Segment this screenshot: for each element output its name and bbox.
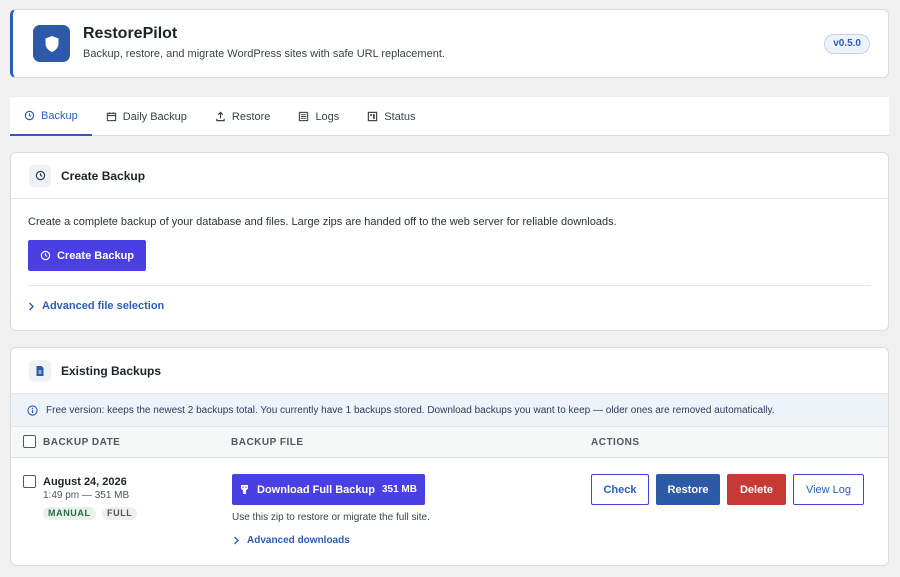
tab-label: Restore [231, 110, 271, 123]
chevron-right-icon [234, 536, 239, 545]
tag-full: FULL [102, 507, 138, 520]
chevron-right-icon [29, 302, 34, 310]
existing-backups-card: Existing Backups Free version: keeps the… [10, 347, 889, 566]
tab-bar: Backup Daily Backup Restore Logs Status [10, 97, 889, 136]
tab-label: Backup [41, 109, 78, 122]
download-hint: Use this zip to restore or migrate the f… [232, 512, 430, 523]
download-plug-icon [241, 485, 249, 494]
download-size: 351 MB [381, 484, 417, 495]
status-icon [368, 111, 378, 122]
column-header-date: BACKUP DATE [43, 437, 121, 448]
create-backup-button[interactable]: Create Backup [28, 240, 146, 271]
upload-icon [216, 111, 225, 122]
divider [28, 285, 871, 286]
tab-status[interactable]: Status [353, 97, 429, 136]
tab-logs[interactable]: Logs [284, 97, 353, 136]
select-all-checkbox[interactable] [23, 435, 36, 448]
download-label: Download Full Backup [257, 483, 375, 496]
app-title: RestorePilot [83, 25, 178, 42]
row-checkbox[interactable] [23, 475, 36, 488]
create-backup-card: Create Backup Create a complete backup o… [10, 152, 889, 331]
app-header: RestorePilot Backup, restore, and migrat… [10, 9, 889, 78]
delete-button[interactable]: Delete [727, 474, 786, 505]
advanced-file-selection-toggle[interactable]: Advanced file selection [28, 300, 164, 312]
link-label: Advanced downloads [247, 535, 350, 546]
advanced-downloads-toggle[interactable]: Advanced downloads [233, 535, 350, 546]
backup-time-size: 1:49 pm — 351 MB [43, 490, 130, 501]
free-version-notice: Free version: keeps the newest 2 backups… [11, 394, 888, 427]
tab-daily-backup[interactable]: Daily Backup [92, 97, 201, 136]
app-subtitle: Backup, restore, and migrate WordPress s… [83, 48, 445, 60]
view-log-button[interactable]: View Log [793, 474, 864, 505]
tab-label: Status [384, 110, 416, 123]
card-title: Create Backup [61, 168, 146, 183]
create-backup-description: Create a complete backup of your databas… [28, 216, 617, 228]
info-icon [27, 404, 38, 416]
check-button[interactable]: Check [591, 474, 649, 505]
tab-backup[interactable]: Backup [10, 97, 92, 136]
tab-label: Daily Backup [122, 110, 187, 123]
clock-history-icon [40, 250, 51, 261]
column-header-actions: ACTIONS [591, 437, 640, 448]
clock-history-icon [29, 164, 51, 187]
tag-manual: MANUAL [43, 507, 96, 520]
tab-label: Logs [315, 110, 340, 123]
table-header: BACKUP DATE BACKUP FILE ACTIONS [11, 427, 888, 458]
list-icon [299, 111, 309, 122]
button-label: Create Backup [56, 249, 135, 262]
restore-button[interactable]: Restore [656, 474, 720, 505]
backup-date: August 24, 2026 [43, 476, 127, 488]
card-title: Existing Backups [61, 363, 162, 378]
notice-text: Free version: keeps the newest 2 backups… [46, 404, 775, 416]
download-full-backup-button[interactable]: Download Full Backup 351 MB [232, 474, 425, 505]
file-icon [29, 359, 51, 382]
card-header: Existing Backups [11, 348, 888, 394]
clock-history-icon [24, 110, 35, 121]
tab-restore[interactable]: Restore [201, 97, 285, 136]
column-header-file: BACKUP FILE [231, 437, 304, 448]
card-header: Create Backup [11, 153, 888, 199]
version-badge: v0.5.0 [824, 34, 870, 54]
shield-logo-icon [33, 25, 70, 62]
calendar-icon [106, 112, 116, 122]
link-label: Advanced file selection [42, 300, 165, 312]
